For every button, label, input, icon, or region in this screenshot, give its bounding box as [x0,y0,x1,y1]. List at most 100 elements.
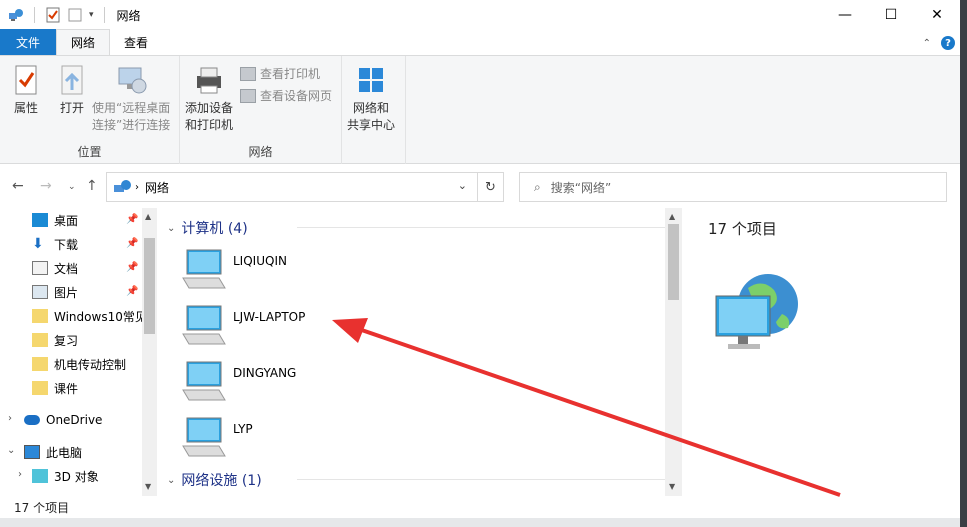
pin-icon[interactable]: 📌 [126,286,138,297]
nav-item-3d-objects[interactable]: 3D 对象 [32,464,99,488]
expand-chevron-icon[interactable]: › [8,413,12,424]
collapse-ribbon-icon[interactable]: ⌃ [923,38,931,49]
window-title: 网络 [116,8,141,23]
view-device-webpage-icon [240,88,256,103]
computer-icon [182,361,226,401]
up-arrow-icon[interactable]: ↑ [86,178,98,194]
computer-item[interactable]: LJW-LAPTOP [179,304,305,348]
computer-name: LIQIUQIN [233,254,287,268]
navigation-scrollbar[interactable]: ▲ ▼ [142,208,157,496]
computers-header-label: 计算机 (4) [181,221,248,237]
tab-network[interactable]: 网络 [56,29,111,55]
add-devices-button[interactable]: 添加设备 和打印机 [185,64,233,134]
customize-qat-icon[interactable]: ▾ [89,10,94,20]
computer-item[interactable]: LYP [179,416,253,460]
infra-header-label: 网络设施 (1) [181,473,262,489]
remote-desktop-button[interactable]: 使用“远程桌面 连接”进行连接 [92,64,170,134]
nav-label: 机电传动控制 [54,357,127,372]
scrollbar-thumb[interactable] [668,224,679,300]
nav-item-documents[interactable]: 文档 [32,256,78,280]
folder-icon [32,357,48,371]
view-device-webpage-button[interactable]: 查看设备网页 [240,87,332,104]
properties-button[interactable]: 属性 [10,64,42,117]
location-group-label: 位置 [77,145,102,159]
nav-label: 3D 对象 [54,469,99,484]
nav-item-pictures[interactable]: 图片 [32,280,78,304]
folder-icon [32,309,48,323]
nav-item-onedrive[interactable]: OneDrive [24,408,102,432]
collapse-chevron-icon[interactable]: ⌄ [7,445,15,456]
computer-name: LYP [233,422,253,436]
nav-item-courseware[interactable]: 课件 [32,376,78,400]
scroll-down-icon[interactable]: ▼ [145,482,151,491]
pin-icon[interactable]: 📌 [126,262,138,273]
download-icon: ⬇ [32,236,44,252]
ribbon: 属性 打开 使用“远程桌面 连接”进行连接 位置 添加设备 和打印机 查看打印机… [0,56,960,164]
computer-item[interactable]: LIQIUQIN [179,248,287,292]
nav-item-review[interactable]: 复习 [32,328,78,352]
windows-logo-icon [355,64,387,96]
search-box[interactable]: ⌕ 搜索“网络” [519,172,947,202]
remote-desktop-label-2: 连接”进行连接 [92,118,171,132]
content-scrollbar[interactable]: ▲ ▼ [665,208,682,496]
refresh-button[interactable]: ↻ [478,172,504,202]
minimize-button[interactable]: — [822,0,868,30]
maximize-button[interactable]: ☐ [868,0,914,30]
status-item-count: 17 个项目 [14,500,70,515]
view-printers-label: 查看打印机 [260,67,321,81]
add-devices-label-1: 添加设备 [185,101,234,115]
tab-file[interactable]: 文件 [0,29,56,55]
computer-name: DINGYANG [233,366,297,380]
address-dropdown-icon[interactable]: ⌄ [458,179,467,192]
network-sharing-center-button[interactable]: 网络和 共享中心 [347,64,395,134]
view-printers-button[interactable]: 查看打印机 [240,65,320,82]
nav-label: 文档 [54,261,79,276]
nav-label: 图片 [54,285,79,300]
nav-item-windows10[interactable]: Windows10常见 [32,304,147,328]
computer-icon [182,305,226,345]
properties-icon[interactable] [45,7,61,23]
back-arrow-icon[interactable]: ← [12,178,24,194]
open-icon [56,64,88,96]
forward-arrow-icon[interactable]: → [40,178,52,194]
breadcrumb-chevron-icon[interactable]: › [135,182,139,193]
nav-item-this-pc[interactable]: 此电脑 [24,440,82,464]
navigation-pane: 桌面 📌 ⬇ 下载 📌 文档 📌 图片 📌 Windows10常见 复习 机电传… [0,208,157,496]
nav-item-desktop[interactable]: 桌面 [32,208,78,232]
nav-label: 课件 [54,381,79,396]
nav-item-downloads[interactable]: ⬇ 下载 [32,232,78,256]
background-strip [0,518,967,527]
pin-icon[interactable]: 📌 [126,238,138,249]
scroll-up-icon[interactable]: ▲ [669,212,675,221]
nav-label: OneDrive [46,413,103,427]
computer-icon [182,249,226,289]
computers-group-header[interactable]: ⌄ 计算机 (4) [167,218,667,238]
new-folder-icon[interactable] [67,7,83,23]
scroll-down-icon[interactable]: ▼ [669,482,675,491]
computer-name: LJW-LAPTOP [233,310,306,324]
network-infrastructure-group-header[interactable]: ⌄ 网络设施 (1) [167,470,667,490]
nav-label: 桌面 [54,213,79,228]
cloud-icon [24,415,40,425]
details-item-count: 17 个项目 [708,220,777,238]
quick-access-toolbar: ▾ [0,7,109,23]
sharing-center-group: 网络和 共享中心 [342,56,406,164]
computer-item[interactable]: DINGYANG [179,360,296,404]
help-icon[interactable]: ? [941,36,955,50]
recent-locations-icon[interactable]: ⌄ [68,182,76,192]
breadcrumb-network[interactable]: 网络 [145,179,169,196]
remote-desktop-icon [115,64,147,96]
properties-icon [10,64,42,96]
close-button[interactable]: ✕ [914,0,960,30]
pin-icon[interactable]: 📌 [126,214,138,225]
location-group: 属性 打开 使用“远程桌面 连接”进行连接 位置 [0,56,180,164]
expand-chevron-icon[interactable]: › [18,469,22,480]
open-button[interactable]: 打开 [56,64,88,117]
network-group: 添加设备 和打印机 查看打印机 查看设备网页 网络 [180,56,342,164]
tab-view[interactable]: 查看 [110,29,162,55]
scroll-up-icon[interactable]: ▲ [145,212,151,221]
address-bar[interactable]: › 网络 ⌄ [106,172,478,202]
details-pane: 17 个项目 [682,208,960,496]
scrollbar-thumb[interactable] [144,238,155,334]
nav-item-electromechanical[interactable]: 机电传动控制 [32,352,126,376]
